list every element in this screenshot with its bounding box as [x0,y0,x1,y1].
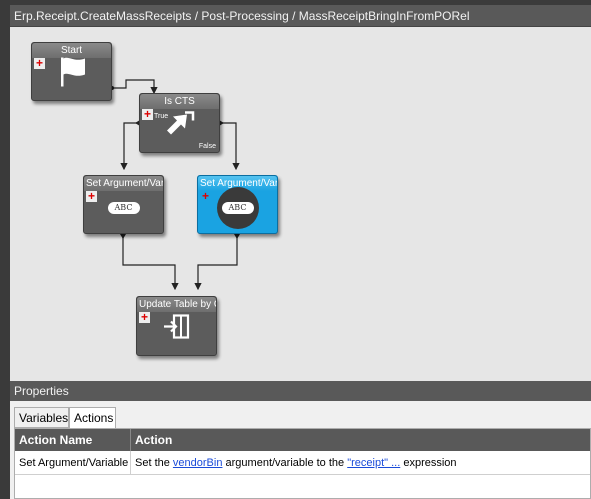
add-action-icon[interactable]: + [142,108,153,120]
table-row-action: Set the vendorBin argument/variable to t… [131,451,590,475]
expression-link[interactable]: "receipt" ... [347,457,400,469]
flag-icon [55,56,89,93]
update-table-node[interactable]: Update Table by Q + [136,296,217,356]
properties-panel: Variables Actions Action Name Action Set… [10,401,591,499]
add-action-icon[interactable]: + [86,190,97,202]
add-action-icon[interactable]: + [34,57,45,69]
table-row-action-name[interactable]: Set Argument/Variable 1 [15,451,131,475]
add-action-icon[interactable]: + [139,311,150,323]
properties-panel-title: Properties [10,381,591,401]
tab-actions[interactable]: Actions [69,407,116,429]
variable-link[interactable]: vendorBin [173,457,223,469]
workflow-canvas[interactable]: Start + Is CTS + True False Set Argument… [10,27,591,381]
column-header-action[interactable]: Action [131,429,590,451]
set-argument-node-1[interactable]: Set Argument/Vari + ABC [83,175,164,234]
table-import-icon [161,312,193,345]
node-title: Update Table by Q [137,297,216,312]
actions-table: Action Name Action Set Argument/Variable… [14,428,591,499]
set-argument-node-2[interactable]: Set Argument/Vari + ABC [197,175,278,234]
start-node[interactable]: Start + [31,42,112,101]
add-action-icon[interactable]: + [200,190,211,202]
condition-arrows-icon [163,108,197,143]
text-abc-icon: ABC [216,187,259,230]
condition-node-is-cts[interactable]: Is CTS + True False [139,93,220,153]
action-text-prefix: Set the [135,457,173,469]
false-branch-label: False [198,143,216,150]
column-header-action-name[interactable]: Action Name [15,429,131,451]
tab-variables[interactable]: Variables [14,407,69,428]
text-abc-icon: ABC [107,202,140,215]
node-title: Is CTS [140,94,219,109]
action-text-middle: argument/variable to the [222,457,348,469]
action-text-suffix: expression [400,457,457,469]
workflow-breadcrumb: Erp.Receipt.CreateMassReceipts / Post-Pr… [10,5,591,27]
node-title: Set Argument/Vari [84,176,163,191]
